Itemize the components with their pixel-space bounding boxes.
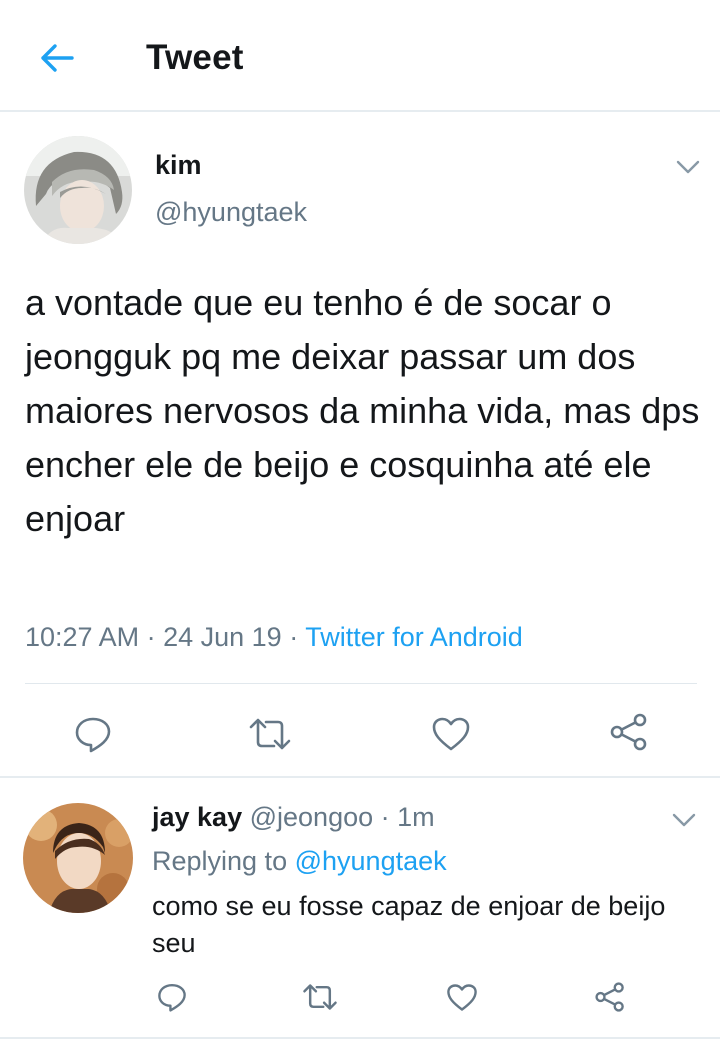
like-button[interactable] bbox=[426, 712, 476, 756]
divider bbox=[0, 1037, 720, 1039]
reply-text: como se eu fosse capaz de enjoar de beij… bbox=[152, 891, 666, 958]
retweet-button[interactable] bbox=[244, 712, 296, 756]
meta-separator: · bbox=[139, 622, 164, 652]
reply-button[interactable] bbox=[68, 712, 118, 756]
reply-author-handle[interactable]: @jeongoo bbox=[250, 802, 374, 832]
reply-author-name[interactable]: jay kay bbox=[152, 802, 242, 832]
share-icon bbox=[610, 713, 647, 751]
chevron-down-icon[interactable] bbox=[671, 811, 697, 829]
like-button[interactable] bbox=[442, 979, 482, 1015]
back-button[interactable] bbox=[36, 38, 78, 78]
tweet-author-avatar[interactable] bbox=[24, 136, 132, 244]
like-heart-icon bbox=[432, 717, 470, 751]
replying-to-label: Replying to bbox=[152, 846, 288, 876]
divider bbox=[0, 776, 720, 778]
tweet-time: 10:27 AM bbox=[25, 622, 140, 652]
chevron-down-icon[interactable] bbox=[675, 158, 701, 176]
divider bbox=[25, 683, 697, 684]
retweet-icon bbox=[249, 718, 291, 750]
reply-author-avatar[interactable] bbox=[23, 803, 133, 913]
retweet-icon bbox=[303, 984, 337, 1010]
tweet-client-link[interactable]: Twitter for Android bbox=[305, 622, 523, 652]
replying-to-mention[interactable]: @hyungtaek bbox=[295, 846, 447, 876]
share-icon bbox=[595, 982, 624, 1012]
replying-to-line: Replying to @hyungtaek bbox=[152, 846, 447, 877]
tweet-date: 24 Jun 19 bbox=[163, 622, 282, 652]
tweet-author-handle[interactable]: @hyungtaek bbox=[155, 197, 307, 228]
app-header: Tweet bbox=[0, 0, 720, 112]
retweet-button[interactable] bbox=[298, 979, 342, 1015]
tweet-text: a vontade que eu tenho é de socar o jeon… bbox=[25, 282, 700, 539]
share-button[interactable] bbox=[590, 979, 630, 1015]
share-button[interactable] bbox=[604, 710, 654, 754]
reply-age: 1m bbox=[397, 802, 435, 832]
tweet-metadata: 10:27 AM · 24 Jun 19 · Twitter for Andro… bbox=[25, 622, 523, 653]
like-heart-icon bbox=[447, 983, 477, 1011]
page-title: Tweet bbox=[146, 38, 244, 77]
tweet-author-name[interactable]: kim bbox=[155, 150, 202, 181]
reply-header: jay kay @jeongoo · 1m bbox=[152, 802, 435, 833]
meta-separator: · bbox=[281, 622, 306, 652]
back-arrow-icon bbox=[41, 44, 74, 72]
reply-icon bbox=[75, 717, 111, 753]
meta-separator: · bbox=[373, 802, 398, 832]
reply-icon bbox=[158, 983, 186, 1012]
reply-button[interactable] bbox=[152, 979, 192, 1015]
